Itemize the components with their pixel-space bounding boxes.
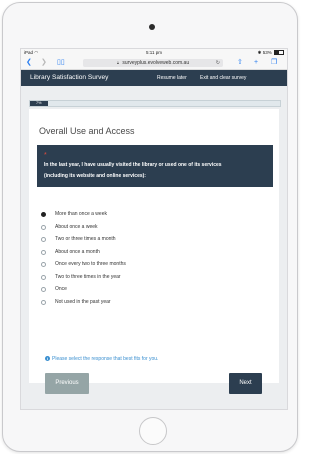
previous-button[interactable]: Previous (45, 373, 89, 394)
radio-icon[interactable] (41, 262, 46, 267)
radio-selected-icon[interactable] (41, 212, 46, 217)
answer-option-label[interactable]: About once a month (55, 249, 100, 255)
radio-icon[interactable] (41, 299, 46, 305)
bluetooth-icon: ✱ (257, 50, 262, 55)
share-icon[interactable]: ⇧ (237, 59, 243, 67)
answer-option-label[interactable]: More than once a week (55, 211, 107, 217)
answer-option[interactable]: Two to three times in the year (41, 272, 267, 285)
answer-option-label[interactable]: Not used in the past year (55, 299, 111, 305)
camera (149, 24, 155, 30)
browser-toolbar: ❮ ❯ ▯▯ 🔒︎ surveyplus.evolveweb.com.au ↻ … (21, 57, 287, 70)
required-marker: * (44, 152, 47, 159)
answer-option[interactable]: About once a week (41, 222, 267, 235)
answer-option-label[interactable]: About once a week (55, 224, 98, 230)
progress-bar: 7% (29, 100, 281, 107)
screen: iPad ◠ 5:11 pm ✱ 53% ❮ ❯ ▯▯ 🔒︎ surveyplu… (20, 48, 288, 410)
answer-option[interactable]: Once every two to three months (41, 259, 267, 272)
radio-icon[interactable] (41, 287, 46, 292)
answer-option[interactable]: Once (41, 284, 267, 297)
progress-fill: 7% (30, 101, 48, 106)
resume-later-link[interactable]: Resume later (157, 75, 187, 81)
radio-icon[interactable] (41, 224, 46, 230)
question-line-2: (including its website and online servic… (44, 173, 146, 179)
section-title: Overall Use and Access (39, 126, 135, 136)
forward-icon[interactable]: ❯ (41, 59, 47, 67)
tabs-icon[interactable]: ❐ (271, 59, 277, 67)
hint: i Please select the response that best fi… (45, 356, 158, 362)
question-box: * In the last year, I have usually visit… (37, 145, 273, 187)
answer-option[interactable]: Two or three times a month (41, 234, 267, 247)
next-button[interactable]: Next (229, 373, 262, 394)
radio-icon[interactable] (41, 274, 46, 280)
hint-text: Please select the response that best fit… (52, 356, 159, 362)
answer-option-label[interactable]: Two or three times a month (55, 236, 116, 242)
survey-title: Library Satisfaction Survey (30, 74, 109, 81)
answer-option[interactable]: Not used in the past year (41, 297, 267, 310)
clock: 5:11 pm (146, 50, 162, 55)
answer-option-label[interactable]: Once every two to three months (55, 261, 126, 267)
ipad-frame: iPad ◠ 5:11 pm ✱ 53% ❮ ❯ ▯▯ 🔒︎ surveyplu… (2, 2, 298, 452)
battery-status: ✱ 53% (258, 50, 284, 56)
answer-option[interactable]: More than once a week (41, 209, 267, 222)
battery-icon (274, 50, 284, 56)
radio-icon[interactable] (41, 237, 46, 242)
question-line-1: In the last year, I have usually visited… (44, 162, 222, 168)
reload-icon[interactable]: ↻ (216, 59, 220, 67)
answer-option-label[interactable]: Two to three times in the year (55, 274, 121, 280)
info-icon: i (45, 356, 50, 362)
new-tab-icon[interactable]: + (254, 59, 258, 67)
exit-survey-link[interactable]: Exit and clear survey (200, 75, 246, 81)
url-text: surveyplus.evolveweb.com.au (122, 60, 190, 66)
answer-options: More than once a week About once a week Tw… (41, 209, 267, 309)
answer-option[interactable]: About once a month (41, 247, 267, 260)
question-card: Overall Use and Access * In the last yea… (29, 109, 279, 383)
address-bar[interactable]: 🔒︎ surveyplus.evolveweb.com.au ↻ (83, 59, 223, 67)
status-bar: iPad ◠ 5:11 pm ✱ 53% (21, 49, 287, 57)
question-text: In the last year, I have usually visited… (44, 160, 266, 182)
battery-percent: 53% (262, 50, 272, 55)
radio-icon[interactable] (41, 249, 46, 255)
bookmarks-icon[interactable]: ▯▯ (57, 59, 65, 67)
answer-option-label[interactable]: Once (55, 286, 67, 292)
back-icon[interactable]: ❮ (26, 59, 32, 67)
survey-header: Library Satisfaction Survey Resume later… (21, 70, 287, 86)
home-button[interactable] (139, 417, 167, 445)
lock-icon: 🔒︎ (116, 60, 120, 65)
